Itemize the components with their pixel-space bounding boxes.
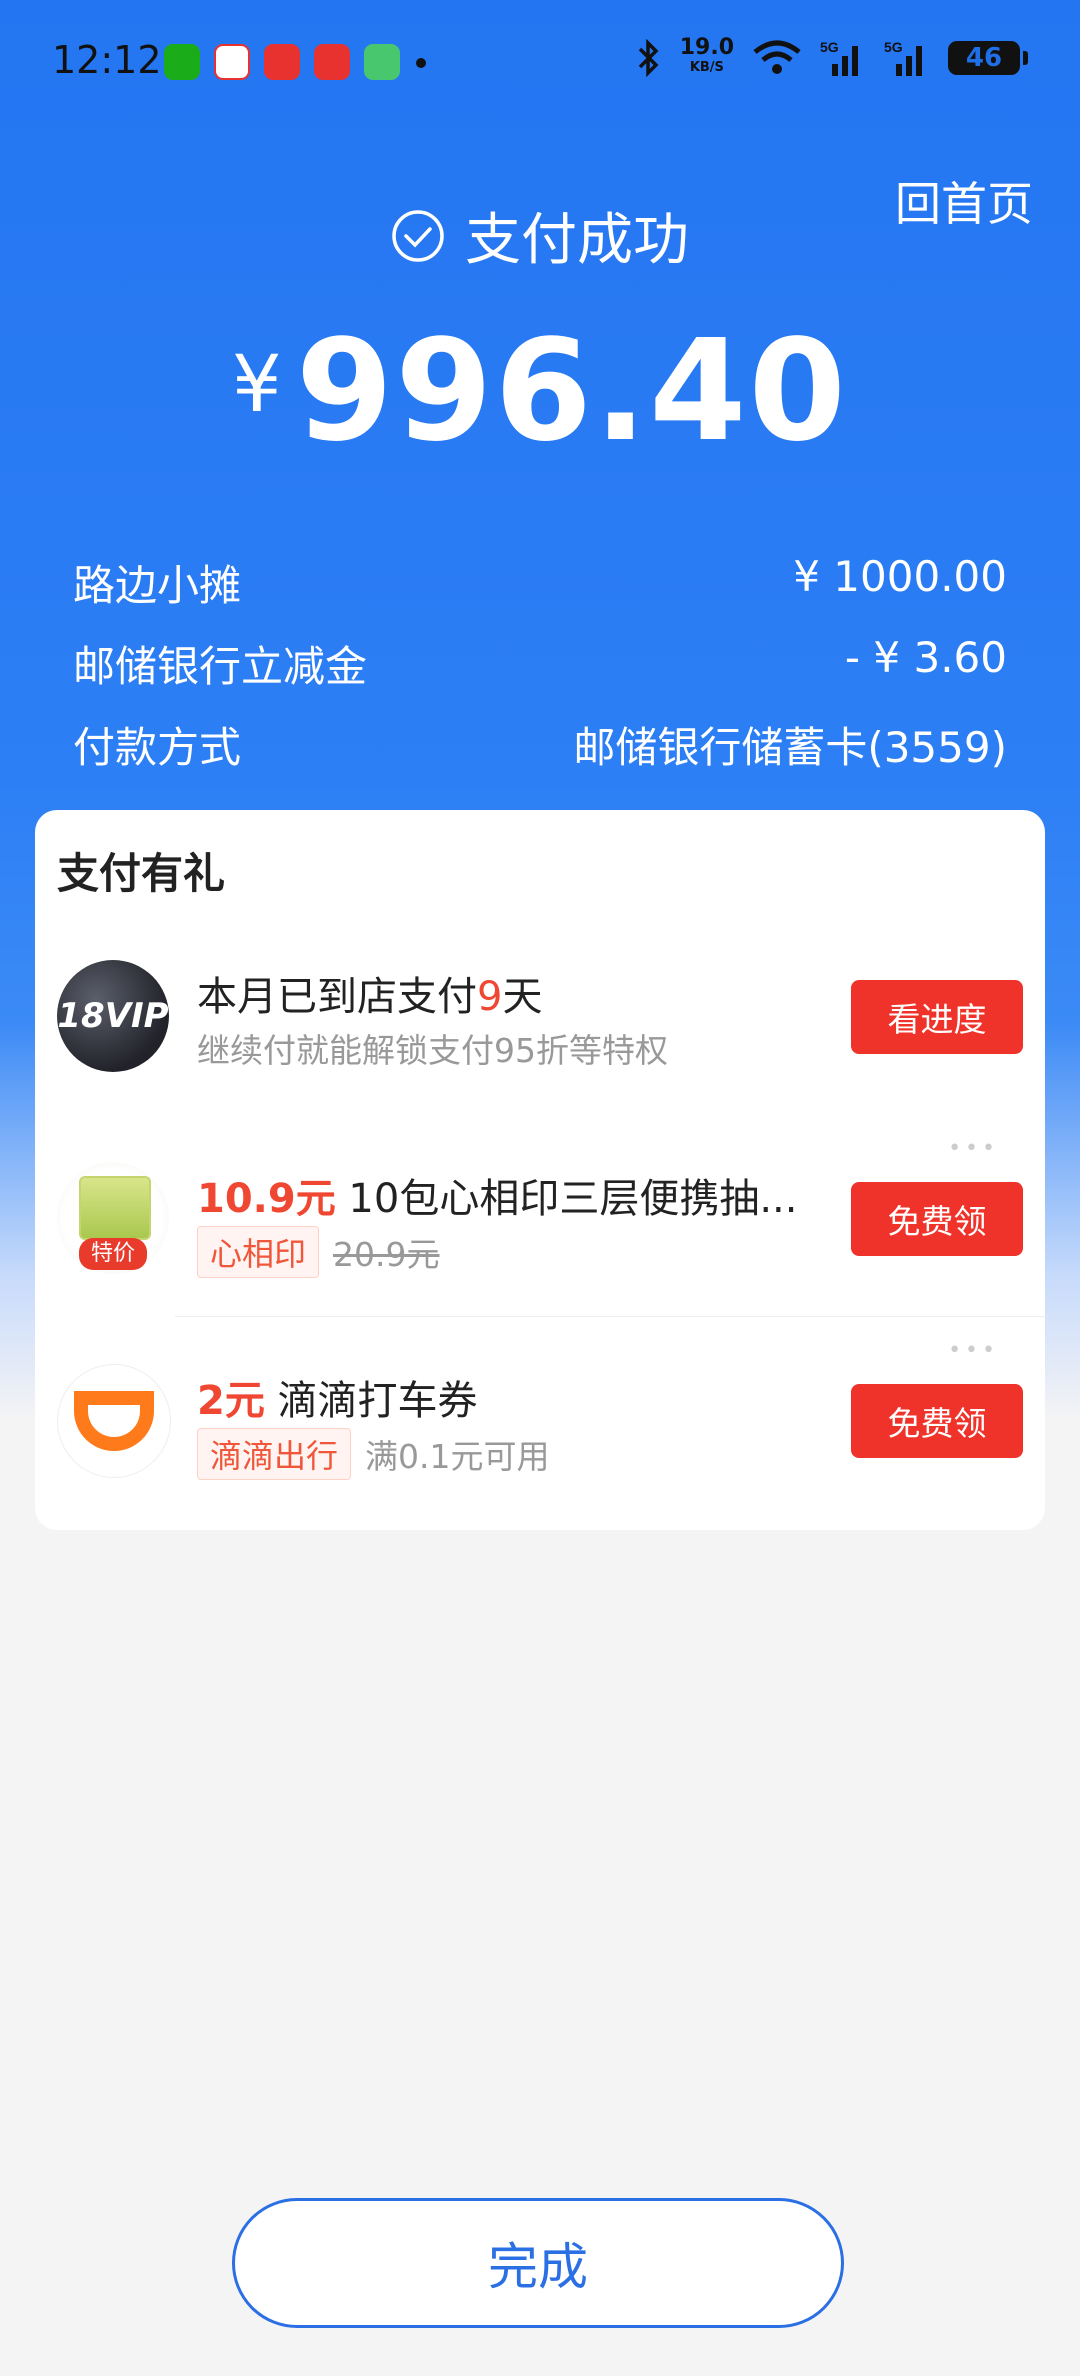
- signal-5g-icon-1: 5G: [820, 39, 858, 76]
- green-app-icon: [364, 44, 400, 80]
- brand-chip: 心相印: [197, 1226, 320, 1278]
- check-circle-icon: [392, 209, 444, 262]
- more-notifications-dot: [416, 58, 426, 68]
- detail-row-discount: 邮储银行立减金 - ¥ 3.60: [73, 633, 1007, 694]
- notification-icons: [164, 44, 400, 80]
- payment-amount: ¥996.40: [0, 310, 1080, 473]
- reward-title: 10.9元 10包心相印三层便携抽...: [197, 1176, 798, 1222]
- coupon-condition: 满0.1元可用: [365, 1437, 550, 1476]
- detail-label: 路边小摊: [73, 561, 242, 610]
- currency-symbol: ¥: [232, 340, 282, 430]
- signal-5g-icon-2: 5G: [884, 39, 922, 76]
- wechat-icon: [164, 44, 200, 80]
- payment-success-heading: 支付成功: [0, 195, 1080, 276]
- rewards-card: 支付有礼 18VIP 本月已到店支付9天 继续付就能解锁支付95折等特权 看进度…: [35, 810, 1045, 1530]
- brand-chip: 滴滴出行: [197, 1428, 352, 1480]
- network-speed: 19.0 KB/S: [679, 35, 734, 76]
- didi-logo-icon: [57, 1364, 171, 1478]
- view-progress-button[interactable]: 看进度: [851, 980, 1023, 1054]
- reward-title: 本月已到店支付9天: [197, 974, 543, 1020]
- reward-item-tissue[interactable]: ••• 特价 10.9元 10包心相印三层便携抽... 心相印 20.9元 免费…: [57, 1136, 1023, 1288]
- reward-subtitle: 滴滴出行 满0.1元可用: [197, 1428, 550, 1480]
- detail-label: 邮储银行立减金: [73, 642, 368, 691]
- detail-value: 邮储银行储蓄卡(3559): [573, 723, 1007, 772]
- battery-icon: 46: [948, 41, 1028, 75]
- status-bar: 12:12 19.0 KB/S 5G 5G 46: [0, 0, 1080, 130]
- wangshangyinhang-icon: [314, 44, 350, 80]
- detail-label: 付款方式: [73, 723, 242, 772]
- svg-text:5G: 5G: [884, 39, 903, 55]
- claim-free-button[interactable]: 免费领: [851, 1384, 1023, 1458]
- detail-row-merchant: 路边小摊 ¥ 1000.00: [73, 552, 1007, 613]
- original-price: 20.9元: [333, 1235, 440, 1274]
- alipay-icon: [214, 44, 250, 80]
- svg-text:5G: 5G: [820, 39, 839, 55]
- tissue-pack-image: [79, 1176, 151, 1240]
- detail-value: - ¥ 3.60: [844, 633, 1007, 682]
- status-time: 12:12: [52, 38, 162, 82]
- more-dots-icon[interactable]: •••: [948, 1338, 999, 1363]
- vip-badge-icon: 18VIP: [57, 960, 169, 1072]
- yunshanfu-icon: [264, 44, 300, 80]
- bluetooth-icon: [638, 39, 659, 77]
- divider: [175, 1316, 1045, 1317]
- reward-item-didi[interactable]: ••• 2元 滴滴打车券 滴滴出行 满0.1元可用 免费领: [57, 1338, 1023, 1490]
- reward-title: 2元 滴滴打车券: [197, 1378, 478, 1424]
- wifi-icon: [753, 40, 801, 74]
- rewards-title: 支付有礼: [57, 849, 226, 898]
- tissue-product-image: 特价: [57, 1162, 169, 1274]
- special-price-tag: 特价: [79, 1238, 147, 1270]
- more-dots-icon[interactable]: •••: [948, 1136, 999, 1161]
- done-button[interactable]: 完成: [232, 2198, 844, 2328]
- success-text: 支付成功: [465, 208, 689, 273]
- amount-value: 996.40: [295, 310, 848, 473]
- claim-free-button[interactable]: 免费领: [851, 1182, 1023, 1256]
- detail-row-payment-method: 付款方式 邮储银行储蓄卡(3559): [73, 714, 1007, 775]
- system-indicators: 19.0 KB/S 5G 5G 46: [636, 35, 1028, 78]
- reward-item-vip[interactable]: 18VIP 本月已到店支付9天 继续付就能解锁支付95折等特权 看进度: [57, 946, 1023, 1086]
- reward-subtitle: 继续付就能解锁支付95折等特权: [197, 1031, 668, 1070]
- detail-value: ¥ 1000.00: [793, 552, 1007, 601]
- reward-subtitle: 心相印 20.9元: [197, 1226, 440, 1278]
